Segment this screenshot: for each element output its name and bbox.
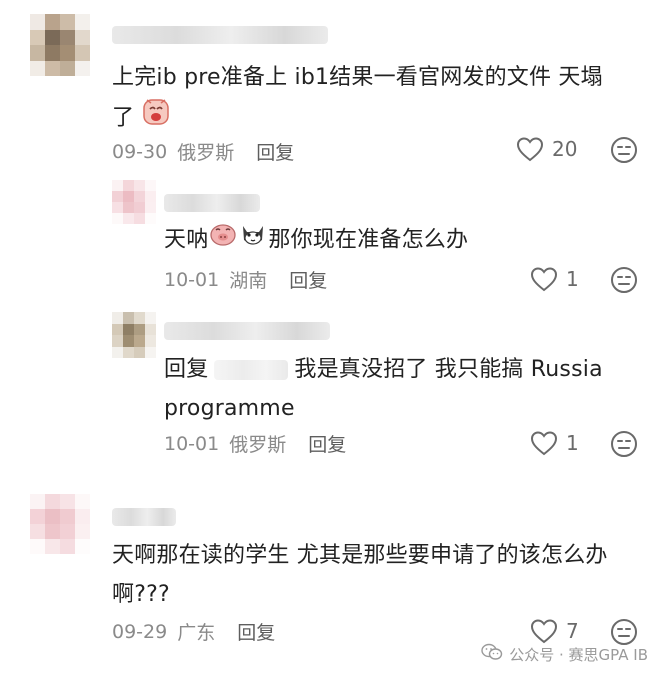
like-button[interactable]: 1 xyxy=(530,430,579,456)
comment-location: 俄罗斯 xyxy=(229,434,287,456)
cat-face-emoji-icon xyxy=(238,220,268,261)
meh-face-icon xyxy=(610,267,638,298)
comment-text: 天啊那在读的学生 尤其是那些要申请了的该怎么办 啊??? xyxy=(112,543,608,607)
dislike-button[interactable] xyxy=(610,136,638,168)
reply-button[interactable]: 回复 xyxy=(237,618,275,645)
like-count: 7 xyxy=(566,619,579,643)
pig-face-emoji-icon xyxy=(208,220,238,261)
watermark-text: 公众号 · 赛思GPA IB xyxy=(509,645,648,664)
heart-outline-icon xyxy=(530,266,558,292)
username-blurred[interactable] xyxy=(112,26,328,44)
comment-date: 09-29 xyxy=(112,620,168,643)
comment-location: 湖南 xyxy=(229,270,268,292)
comment-date: 09-30 xyxy=(112,140,168,163)
dislike-button[interactable] xyxy=(610,430,638,462)
comment-date: 10-01 xyxy=(164,268,220,291)
meh-face-icon xyxy=(610,137,638,168)
avatar[interactable] xyxy=(30,14,90,76)
comment-text: 上完ib pre准备上 ib1结果一看官网发的文件 天塌 了 xyxy=(112,58,642,140)
like-count: 1 xyxy=(566,267,579,291)
like-count: 20 xyxy=(552,137,578,161)
reply-prefix: 回复 xyxy=(164,357,209,382)
comment-text: 天呐 那你现在准备怎么办 xyxy=(164,220,634,261)
reply-target-blurred[interactable] xyxy=(214,360,289,380)
comment-location: 俄罗斯 xyxy=(177,142,235,164)
heart-outline-icon xyxy=(530,618,558,644)
comment-location: 广东 xyxy=(177,622,216,644)
crying-face-emoji-icon xyxy=(141,97,171,140)
comment-meta: 10-01 湖南 回复 xyxy=(164,266,327,293)
wechat-logo-icon xyxy=(481,643,503,665)
username-blurred[interactable] xyxy=(112,508,176,526)
username-blurred[interactable] xyxy=(164,194,260,212)
username-blurred[interactable] xyxy=(164,322,330,340)
comment-meta: 09-30 俄罗斯 回复 xyxy=(112,138,294,165)
like-count: 1 xyxy=(566,431,579,455)
comment-meta: 10-01 俄罗斯 回复 xyxy=(164,430,346,457)
heart-outline-icon xyxy=(516,136,544,162)
comment-date: 10-01 xyxy=(164,432,220,455)
dislike-button[interactable] xyxy=(610,266,638,298)
reply-button[interactable]: 回复 xyxy=(308,430,346,457)
like-button[interactable]: 1 xyxy=(530,266,579,292)
heart-outline-icon xyxy=(530,430,558,456)
avatar[interactable] xyxy=(112,180,156,224)
meh-face-icon xyxy=(610,431,638,462)
watermark: 公众号 · 赛思GPA IB xyxy=(481,643,648,665)
reply-button[interactable]: 回复 xyxy=(289,266,327,293)
like-button[interactable]: 7 xyxy=(530,618,579,644)
comment-text: 回复 我是真没招了 我只能搞 Russia programme xyxy=(164,357,603,421)
avatar[interactable] xyxy=(30,494,90,554)
like-button[interactable]: 20 xyxy=(516,136,577,162)
comment-meta: 09-29 广东 回复 xyxy=(112,618,275,645)
avatar[interactable] xyxy=(112,312,156,358)
reply-button[interactable]: 回复 xyxy=(256,138,294,165)
